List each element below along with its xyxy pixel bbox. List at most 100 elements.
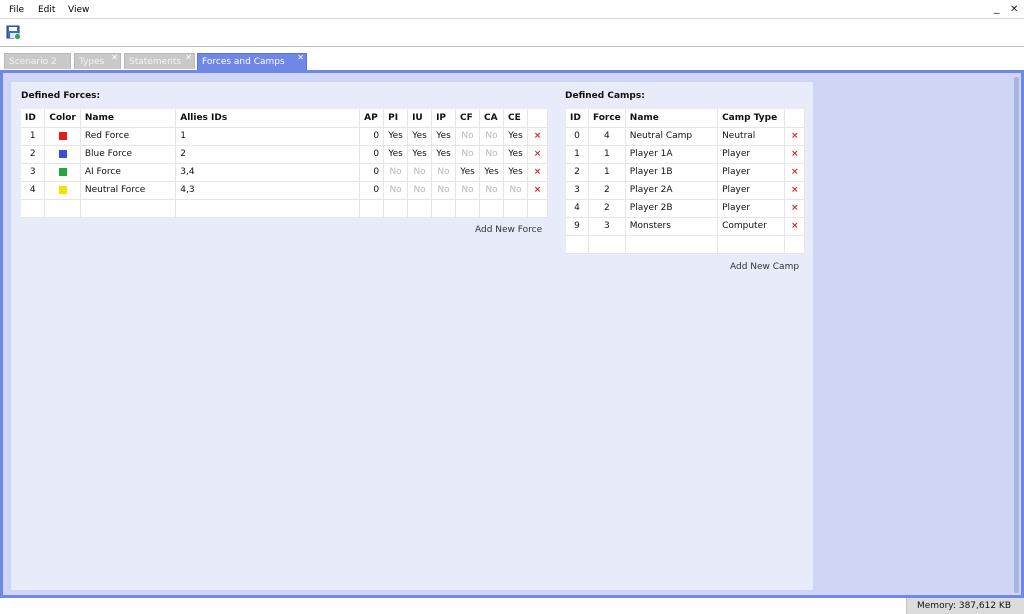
add-new-camp-link[interactable]: Add New Camp [730, 262, 799, 272]
force-name[interactable]: Red Force [80, 127, 177, 146]
force-ip[interactable]: Yes [431, 127, 457, 146]
table-row[interactable]: 4 Neutral Force 4,3 0 No No No No No No … [21, 181, 548, 200]
delete-camp-icon[interactable]: × [784, 127, 805, 146]
empty-cell[interactable] [479, 199, 505, 218]
tab-types[interactable]: Types ✕ [74, 53, 121, 69]
force-ap[interactable]: 0 [359, 127, 385, 146]
table-row[interactable]: 0 4 Neutral Camp Neutral × [566, 127, 805, 146]
empty-cell[interactable] [625, 235, 719, 254]
table-row[interactable]: 3 AI Force 3,4 0 No No No Yes Yes Yes × [21, 163, 548, 182]
table-row[interactable]: 2 1 Player 1B Player × [566, 163, 805, 182]
camp-name[interactable]: Player 2A [625, 181, 719, 200]
delete-camp-icon[interactable]: × [784, 199, 805, 218]
camp-name[interactable]: Player 1A [625, 145, 719, 164]
camp-name[interactable]: Player 2B [625, 199, 719, 218]
close-button[interactable]: ✕ [1010, 4, 1018, 15]
close-tab-icon[interactable]: ✕ [185, 53, 192, 62]
camp-type[interactable]: Neutral [717, 127, 786, 146]
empty-cell[interactable] [717, 235, 786, 254]
force-name[interactable]: Neutral Force [80, 181, 177, 200]
minimize-button[interactable]: _ [994, 1, 1000, 14]
camp-force[interactable]: 4 [588, 127, 626, 146]
force-ip[interactable]: No [431, 163, 457, 182]
close-tab-icon[interactable]: ✕ [297, 53, 304, 62]
force-name[interactable]: Blue Force [80, 145, 177, 164]
camp-force[interactable]: 3 [588, 217, 626, 236]
force-iu[interactable]: No [407, 181, 433, 200]
delete-camp-icon[interactable]: × [784, 163, 805, 182]
force-ap[interactable]: 0 [359, 145, 385, 164]
force-pi[interactable]: Yes [383, 145, 409, 164]
menu-file[interactable]: File [9, 5, 24, 15]
empty-cell[interactable] [383, 199, 409, 218]
menu-edit[interactable]: Edit [38, 5, 55, 15]
camp-force[interactable]: 1 [588, 145, 626, 164]
tab-forces-and-camps[interactable]: Forces and Camps ✕ [197, 53, 307, 70]
empty-cell[interactable] [503, 199, 528, 218]
new-camp-row[interactable] [566, 235, 805, 254]
force-color-cell[interactable] [44, 181, 81, 200]
empty-cell[interactable] [80, 199, 177, 218]
new-force-row[interactable] [21, 199, 548, 218]
force-pi[interactable]: Yes [383, 127, 409, 146]
force-color-cell[interactable] [44, 127, 81, 146]
force-color-cell[interactable] [44, 145, 81, 164]
force-allies[interactable]: 1 [175, 127, 361, 146]
empty-cell[interactable] [431, 199, 457, 218]
empty-cell[interactable] [21, 199, 46, 218]
force-iu[interactable]: No [407, 163, 433, 182]
force-allies[interactable]: 2 [175, 145, 361, 164]
camp-name[interactable]: Neutral Camp [625, 127, 719, 146]
force-ce[interactable]: Yes [503, 127, 528, 146]
camp-type[interactable]: Computer [717, 217, 786, 236]
force-pi[interactable]: No [383, 181, 409, 200]
empty-cell[interactable] [407, 199, 433, 218]
camp-type[interactable]: Player [717, 163, 786, 182]
force-ca[interactable]: No [479, 181, 505, 200]
delete-force-icon[interactable]: × [527, 181, 548, 200]
camp-name[interactable]: Player 1B [625, 163, 719, 182]
force-ip[interactable]: Yes [431, 145, 457, 164]
camp-name[interactable]: Monsters [625, 217, 719, 236]
empty-cell[interactable] [44, 199, 81, 218]
delete-camp-icon[interactable]: × [784, 181, 805, 200]
vertical-scrollbar[interactable] [1014, 77, 1019, 593]
tab-scenario-2[interactable]: Scenario 2 [4, 53, 71, 69]
force-cf[interactable]: No [455, 145, 481, 164]
delete-force-icon[interactable]: × [527, 145, 548, 164]
force-cf[interactable]: Yes [455, 163, 481, 182]
force-iu[interactable]: Yes [407, 127, 433, 146]
force-ca[interactable]: No [479, 127, 505, 146]
force-allies[interactable]: 3,4 [175, 163, 361, 182]
force-ce[interactable]: Yes [503, 145, 528, 164]
camp-force[interactable]: 2 [588, 199, 626, 218]
table-row[interactable]: 9 3 Monsters Computer × [566, 217, 805, 236]
force-name[interactable]: AI Force [80, 163, 177, 182]
close-tab-icon[interactable]: ✕ [111, 53, 118, 62]
add-new-force-link[interactable]: Add New Force [475, 225, 542, 235]
empty-cell[interactable] [455, 199, 481, 218]
table-row[interactable]: 1 1 Player 1A Player × [566, 145, 805, 164]
empty-cell[interactable] [588, 235, 626, 254]
force-ap[interactable]: 0 [359, 163, 385, 182]
camp-type[interactable]: Player [717, 145, 786, 164]
empty-cell[interactable] [527, 199, 548, 218]
menu-view[interactable]: View [68, 5, 89, 15]
force-cf[interactable]: No [455, 127, 481, 146]
force-allies[interactable]: 4,3 [175, 181, 361, 200]
empty-cell[interactable] [175, 199, 361, 218]
table-row[interactable]: 2 Blue Force 2 0 Yes Yes Yes No No Yes × [21, 145, 548, 164]
delete-camp-icon[interactable]: × [784, 217, 805, 236]
table-row[interactable]: 3 2 Player 2A Player × [566, 181, 805, 200]
delete-camp-icon[interactable]: × [784, 145, 805, 164]
camp-type[interactable]: Player [717, 181, 786, 200]
save-button[interactable] [6, 25, 21, 40]
force-ca[interactable]: Yes [479, 163, 505, 182]
table-row[interactable]: 4 2 Player 2B Player × [566, 199, 805, 218]
force-ca[interactable]: No [479, 145, 505, 164]
force-color-cell[interactable] [44, 163, 81, 182]
empty-cell[interactable] [359, 199, 385, 218]
force-ce[interactable]: Yes [503, 163, 528, 182]
camp-force[interactable]: 1 [588, 163, 626, 182]
tab-statements[interactable]: Statements ✕ [124, 53, 195, 69]
